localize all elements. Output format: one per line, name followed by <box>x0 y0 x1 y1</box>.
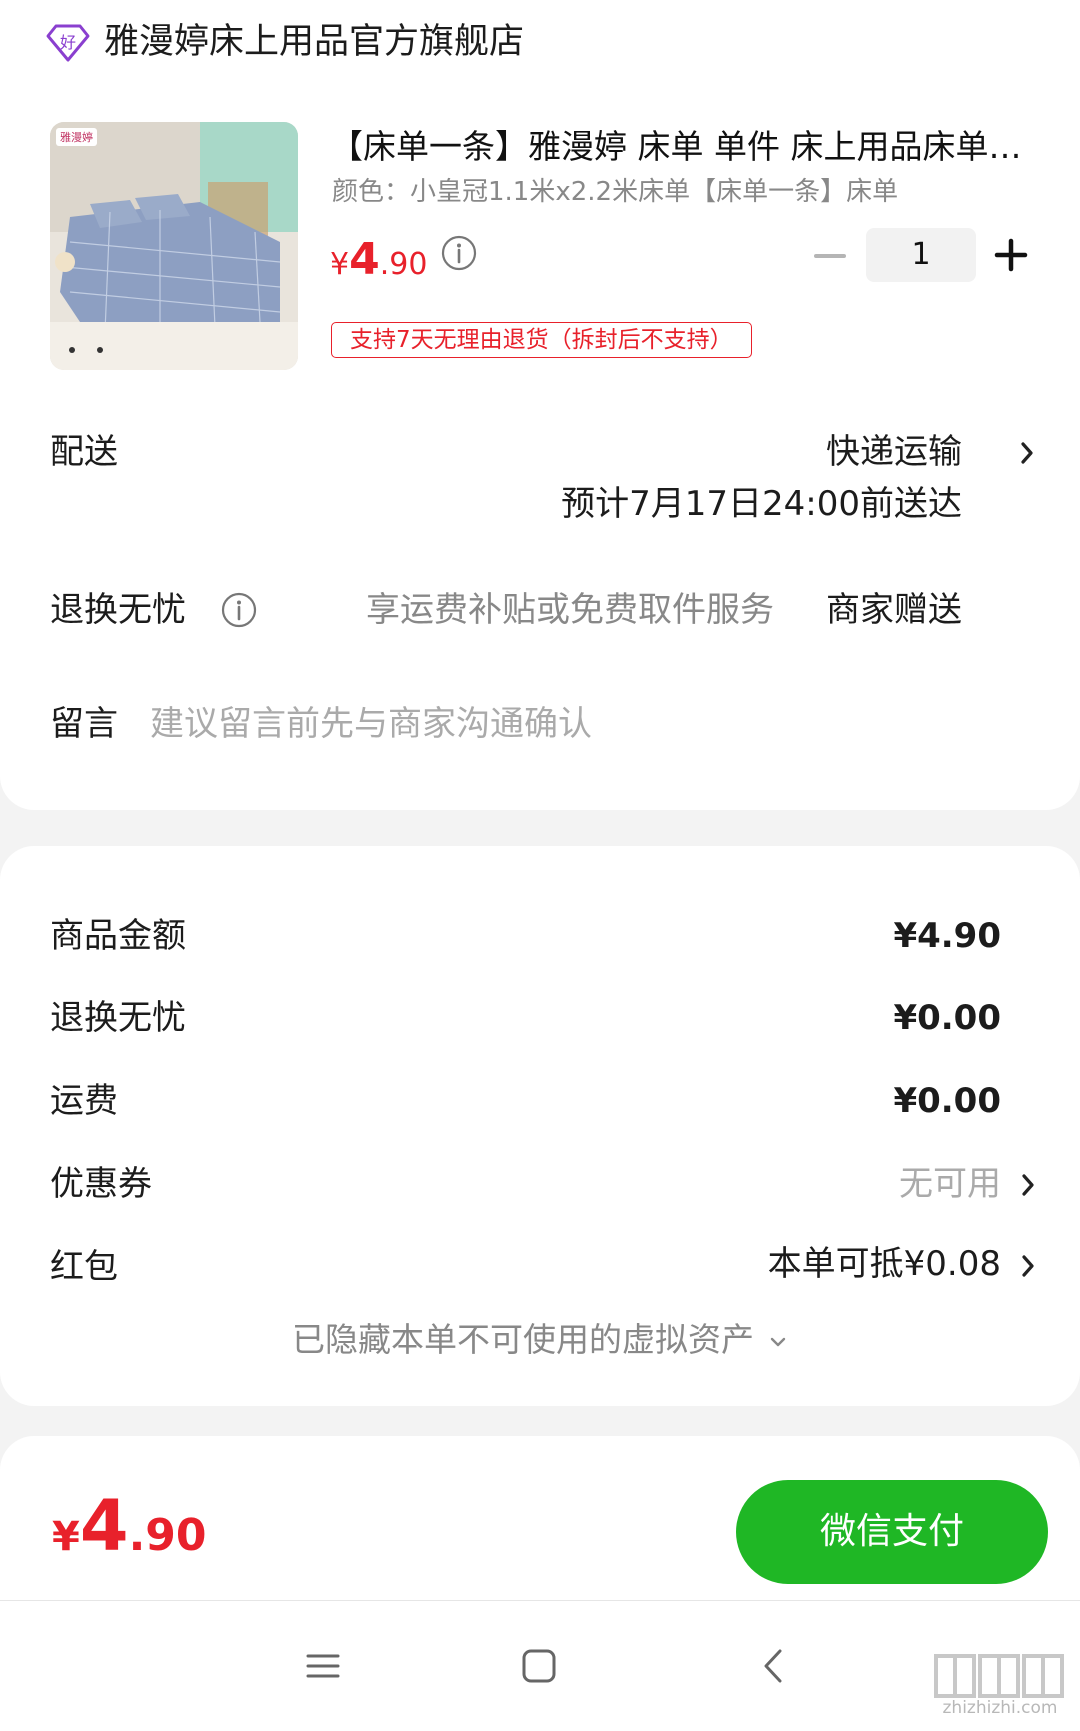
hidden-assets-toggle[interactable]: 已隐藏本单不可使用的虚拟资产 <box>0 1316 1080 1364</box>
wechat-pay-button[interactable]: 微信支付 <box>736 1480 1048 1584</box>
coupon-value[interactable]: 无可用 <box>899 1160 1001 1208</box>
total-price: ¥4.90 <box>52 1486 207 1585</box>
bed-sheet-image <box>50 122 298 370</box>
chevron-right-icon[interactable] <box>1016 438 1038 468</box>
total-integer: 4 <box>79 1485 129 1567</box>
quantity-increase-button[interactable] <box>994 238 1028 272</box>
red-packet-chevron-right-icon[interactable] <box>1017 1251 1039 1281</box>
total-currency: ¥ <box>52 1514 80 1560</box>
quantity-input[interactable]: 1 <box>866 228 976 282</box>
message-input[interactable] <box>150 700 950 748</box>
store-name[interactable]: 雅漫婷床上用品官方旗舰店 <box>104 18 524 66</box>
chevron-down-icon <box>770 1337 786 1346</box>
goods-amount-value: ¥4.90 <box>893 916 1001 956</box>
worry-free-amount-label: 退换无忧 <box>50 998 186 1038</box>
menu-icon[interactable] <box>300 1646 346 1686</box>
back-icon[interactable] <box>752 1646 798 1686</box>
coupon-chevron-right-icon[interactable] <box>1017 1170 1039 1200</box>
price-currency: ¥ <box>330 247 350 282</box>
total-decimal: .90 <box>128 1510 207 1561</box>
quantity-decrease-button[interactable] <box>812 238 848 274</box>
price-integer: 4 <box>349 234 380 285</box>
shipping-fee-label: 运费 <box>50 1081 118 1121</box>
watermark-text: zhizhizhi.com <box>942 1698 1058 1718</box>
red-packet-label: 红包 <box>50 1247 118 1287</box>
goods-amount-label: 商品金额 <box>50 916 186 956</box>
worry-free-info-icon[interactable] <box>220 591 258 629</box>
product-thumbnail[interactable]: 雅漫婷 <box>50 122 298 370</box>
product-price: ¥4.90 <box>330 230 427 299</box>
store-diamond-icon: 好 <box>46 24 90 62</box>
delivery-method[interactable]: 快递运输 <box>826 428 962 476</box>
delivery-eta: 预计7月17日24:00前送达 <box>561 484 962 524</box>
red-packet-value[interactable]: 本单可抵¥0.08 <box>768 1240 1001 1288</box>
svg-text:好: 好 <box>60 33 76 52</box>
home-icon[interactable] <box>516 1646 562 1686</box>
worry-free-label: 退换无忧 <box>50 590 186 630</box>
price-info-icon[interactable] <box>440 234 478 272</box>
message-label: 留言 <box>50 704 118 744</box>
delivery-label: 配送 <box>50 432 118 472</box>
coupon-label: 优惠券 <box>50 1164 152 1204</box>
product-title[interactable]: 【床单一条】雅漫婷 床单 单件 床上用品床单单人双人宿舍家用被单 <box>330 124 1036 170</box>
return-policy-tag: 支持7天无理由退货（拆封后不支持） <box>331 322 752 358</box>
thumbnail-brand-badge: 雅漫婷 <box>56 128 97 146</box>
worry-free-gift: 商家赠送 <box>826 590 962 630</box>
price-decimal: .90 <box>379 247 428 282</box>
product-spec[interactable]: 颜色：小皇冠1.1米x2.2米床单【床单一条】床单 <box>332 172 898 212</box>
worry-free-description: 享运费补贴或免费取件服务 <box>366 590 774 630</box>
shipping-fee-value: ¥0.00 <box>893 1081 1001 1121</box>
worry-free-amount-value: ¥0.00 <box>893 998 1001 1038</box>
hidden-assets-text: 已隐藏本单不可使用的虚拟资产 <box>292 1320 754 1359</box>
